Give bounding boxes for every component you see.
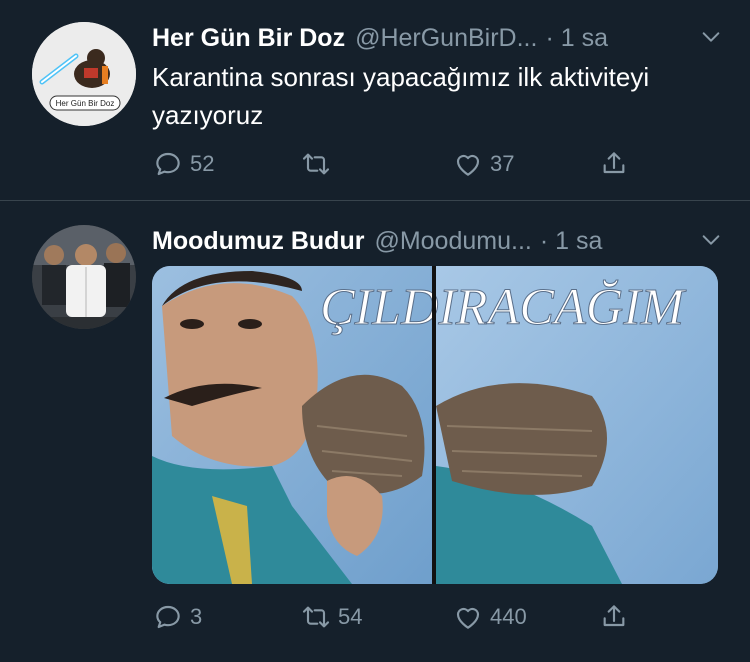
- reply-count: 52: [190, 151, 215, 176]
- media-photo: ÇILDIRACAĞIM: [152, 266, 718, 584]
- retweet-button[interactable]: 54: [300, 599, 362, 635]
- avatar-image: [32, 225, 136, 329]
- reply-icon: [156, 605, 180, 629]
- like-button[interactable]: 440: [452, 599, 527, 635]
- heart-icon: [456, 154, 480, 176]
- display-name[interactable]: Her Gün Bir Doz: [152, 24, 345, 53]
- avatar[interactable]: [32, 225, 136, 329]
- reply-button[interactable]: 3: [152, 599, 202, 635]
- user-handle[interactable]: @HerGunBirD...: [355, 24, 537, 53]
- like-button[interactable]: 37: [452, 146, 514, 182]
- avatar-image: Her Gün Bir Doz: [32, 22, 136, 126]
- tweet-actions: 3 54 440: [152, 599, 652, 635]
- retweet-button[interactable]: [300, 146, 338, 182]
- reply-count: 3: [190, 604, 203, 629]
- user-handle[interactable]: @Moodumu...: [374, 227, 531, 256]
- retweet-icon: [302, 606, 330, 628]
- timestamp[interactable]: · 1 sa: [545, 24, 608, 53]
- timestamp[interactable]: · 1 sa: [540, 227, 603, 256]
- like-count: 440: [490, 604, 527, 629]
- chevron-down-icon[interactable]: [700, 26, 722, 48]
- tweet-header: Her Gün Bir Doz @HerGunBirD... · 1 sa: [152, 20, 726, 56]
- avatar[interactable]: Her Gün Bir Doz: [32, 22, 136, 126]
- chevron-down-icon[interactable]: [700, 229, 722, 251]
- tweet-text: Karantina sonrası yapacağımız ilk aktivi…: [152, 62, 650, 130]
- tweet-1[interactable]: Her Gün Bir Doz Her Gün Bir Doz @HerGunB…: [0, 0, 750, 200]
- media-caption: ÇILDIRACAĞIM: [320, 279, 687, 336]
- display-name[interactable]: Moodumuz Budur: [152, 227, 364, 256]
- tweet-actions: 52 37: [152, 146, 652, 182]
- retweet-count: 54: [338, 604, 363, 629]
- share-icon: [603, 152, 625, 174]
- share-icon: [603, 605, 625, 627]
- reply-button[interactable]: 52: [152, 146, 214, 182]
- heart-icon: [456, 607, 480, 629]
- tweet-2[interactable]: Moodumuz Budur @Moodumu... · 1 sa ÇILDIR…: [0, 201, 750, 662]
- retweet-icon: [302, 153, 330, 175]
- tweet-media-image[interactable]: ÇILDIRACAĞIM: [152, 266, 718, 584]
- like-count: 37: [490, 151, 515, 176]
- reply-icon: [156, 152, 180, 176]
- share-button[interactable]: [598, 146, 630, 182]
- tweet-header: Moodumuz Budur @Moodumu... · 1 sa: [152, 223, 726, 259]
- share-button[interactable]: [598, 599, 630, 635]
- avatar-label: Her Gün Bir Doz: [56, 99, 115, 108]
